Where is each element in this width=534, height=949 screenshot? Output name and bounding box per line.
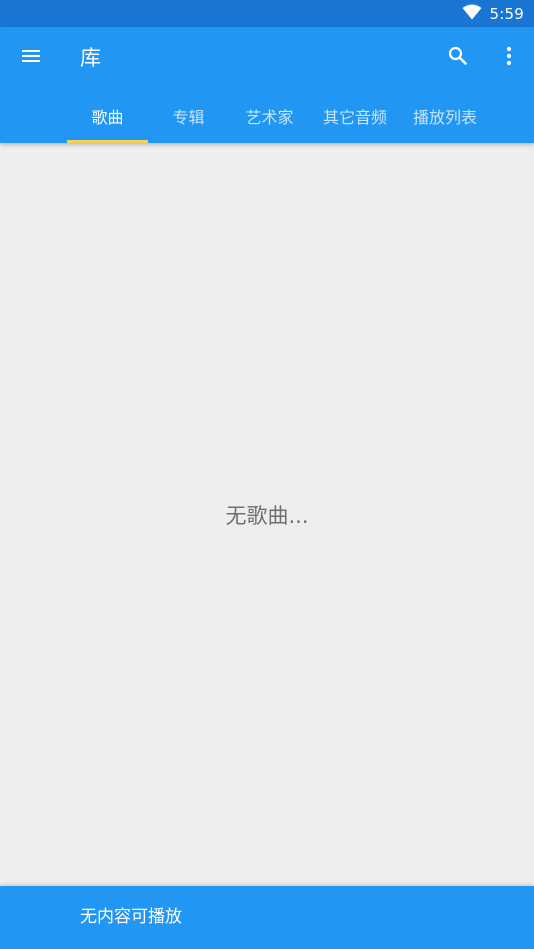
tab-songs[interactable]: 歌曲: [67, 89, 148, 143]
tab-other-audio[interactable]: 其它音频: [310, 89, 400, 143]
tab-label: 播放列表: [412, 108, 477, 127]
tab-artists[interactable]: 艺术家: [229, 89, 310, 143]
tab-label: 其它音频: [322, 108, 387, 127]
toolbar: 库: [0, 27, 534, 89]
menu-icon: [19, 44, 43, 72]
app-bar: 库 歌曲 专辑 艺术家 其它音频 播放列表: [0, 27, 534, 143]
status-bar: 5:59: [0, 0, 534, 27]
tab-label: 专辑: [172, 108, 205, 127]
tab-label: 艺术家: [245, 108, 294, 127]
tab-indicator: [67, 140, 148, 143]
empty-state-message: 无歌曲...: [225, 504, 309, 528]
status-time: 5:59: [489, 4, 524, 23]
menu-button[interactable]: [11, 38, 51, 78]
tab-albums[interactable]: 专辑: [148, 89, 229, 143]
more-vert-icon: [497, 44, 521, 72]
tab-label: 歌曲: [91, 108, 124, 127]
more-options-button[interactable]: [489, 38, 529, 78]
page-title: 库: [80, 46, 101, 70]
search-button[interactable]: [438, 38, 478, 78]
tab-bar: 歌曲 专辑 艺术家 其它音频 播放列表: [67, 89, 490, 143]
tab-playlists[interactable]: 播放列表: [400, 89, 490, 143]
now-playing-bar[interactable]: 无内容可播放: [0, 886, 534, 949]
search-icon: [446, 44, 470, 72]
wifi-icon: [462, 4, 482, 24]
now-playing-text: 无内容可播放: [80, 907, 182, 927]
